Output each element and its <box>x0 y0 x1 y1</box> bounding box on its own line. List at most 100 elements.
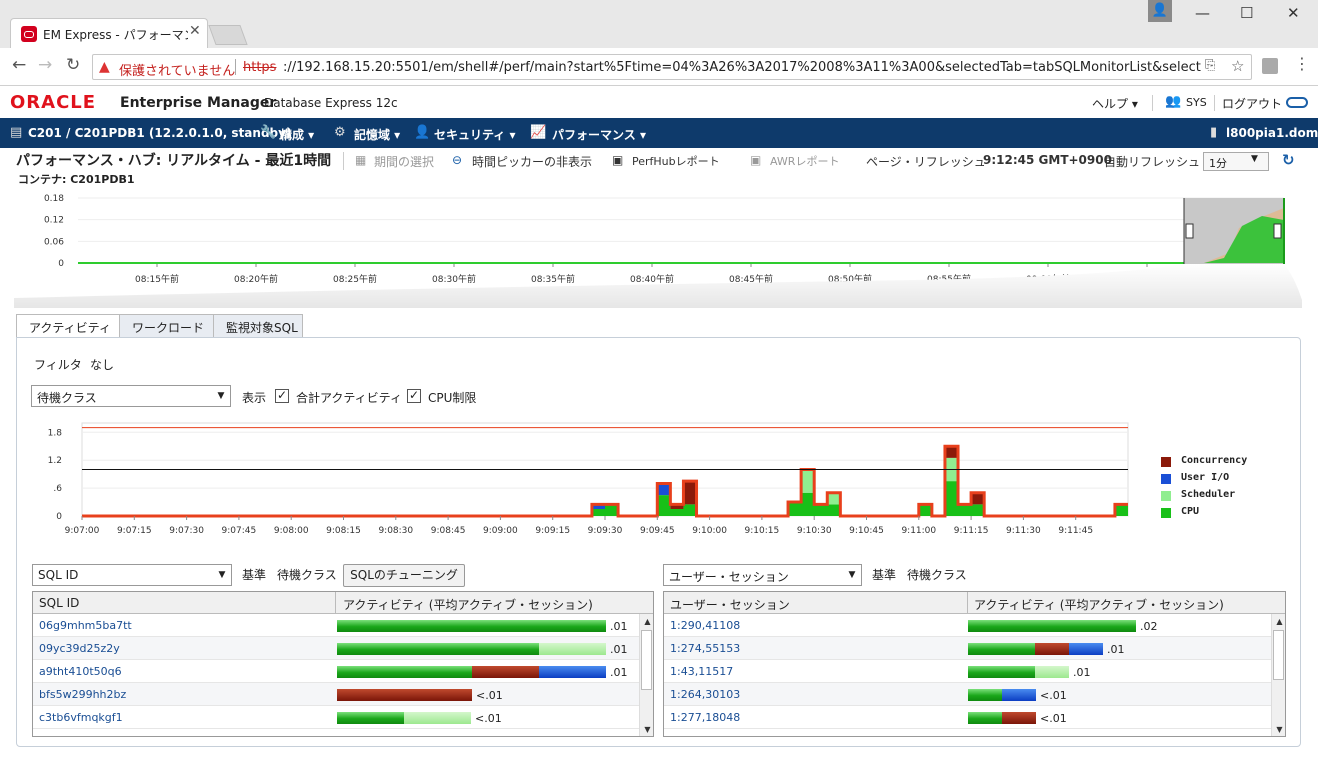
row-id-link[interactable]: 09yc39d25z2y <box>39 642 120 655</box>
legend-cpu[interactable]: CPU <box>1181 506 1199 517</box>
left-drag-handle[interactable] <box>1185 223 1194 239</box>
legend-concurrency[interactable]: Concurrency <box>1181 455 1247 466</box>
session-scrollbar[interactable]: ▲ ▼ <box>1271 614 1285 736</box>
filter-value: なし <box>90 358 115 372</box>
perfhub-report-button[interactable]: PerfHubレポート <box>632 153 720 169</box>
sql-tuning-button[interactable]: SQLのチューニング <box>343 564 465 587</box>
close-tab-icon[interactable]: ✕ <box>189 23 201 39</box>
activity-bar[interactable] <box>337 712 471 724</box>
row-id-link[interactable]: 1:274,55153 <box>670 642 740 655</box>
legend-user-io[interactable]: User I/O <box>1181 472 1229 483</box>
row-id-link[interactable]: a9tht410t50q6 <box>39 665 122 678</box>
nav-context[interactable]: C201 / C201PDB1 (12.2.0.1.0, standby) <box>28 126 291 140</box>
scroll-thumb[interactable] <box>1273 630 1284 680</box>
scroll-down-icon[interactable]: ▼ <box>1272 722 1285 736</box>
browser-menu-icon[interactable]: ⋮ <box>1294 54 1310 73</box>
row-id-link[interactable]: 1:43,11517 <box>670 665 733 678</box>
table-row[interactable]: 1:274,55153 .01 <box>664 637 1271 660</box>
help-menu[interactable]: ヘルプ ▾ <box>1092 95 1138 112</box>
session-basis-value[interactable]: 待機クラス <box>907 566 967 583</box>
overview-timeline-chart[interactable]: 0.18 0.12 0.06 0 08:15午前 08:20午前 08:25午前 08:30… <box>14 188 1302 308</box>
table-row[interactable]: a9tht410t50q6 .01 <box>33 660 639 683</box>
cpu-limit-checkbox[interactable]: ✓ <box>407 389 421 403</box>
logout-icon[interactable] <box>1286 97 1308 108</box>
activity-bar[interactable] <box>968 666 1069 678</box>
column-header-sql-id[interactable]: SQL ID <box>39 596 79 610</box>
forward-icon[interactable]: → <box>38 55 52 75</box>
nav-configuration[interactable]: 構成 ▾ <box>280 126 314 143</box>
back-icon[interactable]: ← <box>12 55 26 75</box>
extension-icon[interactable] <box>1262 58 1278 74</box>
nav-performance[interactable]: パフォーマンス ▾ <box>552 126 646 143</box>
activity-bar[interactable] <box>337 620 606 632</box>
auto-refresh-select[interactable]: 1分 <box>1203 152 1269 171</box>
maximize-icon[interactable]: ☐ <box>1240 4 1253 22</box>
tab-monitored-sql[interactable]: 監視対象SQL <box>213 314 303 338</box>
new-tab-button[interactable] <box>208 25 248 45</box>
url-input[interactable]: ▲ 保護されていません https ://192.168.15.20:5501/… <box>92 54 1252 80</box>
activity-bar[interactable] <box>337 689 472 701</box>
sql-scrollbar[interactable]: ▲ ▼ <box>639 614 653 736</box>
column-header-user-session[interactable]: ユーザー・セッション <box>670 596 790 613</box>
total-activity-checkbox[interactable]: ✓ <box>275 389 289 403</box>
table-row[interactable]: bfs5w299hh2bz <.01 <box>33 683 639 706</box>
scroll-up-icon[interactable]: ▲ <box>640 614 653 629</box>
reload-icon[interactable]: ↻ <box>66 55 80 75</box>
table-row[interactable]: 1:277,18048 <.01 <box>664 706 1271 729</box>
nav-security[interactable]: セキュリティ ▾ <box>434 126 515 143</box>
row-id-link[interactable]: c3tb6vfmqkgf1 <box>39 711 123 724</box>
divider <box>343 152 344 170</box>
logout-link[interactable]: ログアウト <box>1222 95 1282 112</box>
hide-time-picker-button[interactable]: 時間ピッカーの非表示 <box>472 153 592 170</box>
activity-x-tick: 9:10:15 <box>745 526 780 536</box>
overview-y-tick: 0.06 <box>44 237 64 247</box>
sql-basis-value[interactable]: 待機クラス <box>277 566 337 583</box>
tab-activity[interactable]: アクティビティ <box>16 314 120 338</box>
legend-scheduler[interactable]: Scheduler <box>1181 489 1235 500</box>
select-period-button[interactable]: 期間の選択 <box>374 153 434 170</box>
activity-bar[interactable] <box>968 689 1036 701</box>
activity-bar[interactable] <box>968 643 1103 655</box>
table-row[interactable]: c3tb6vfmqkgf1 <.01 <box>33 706 639 729</box>
row-id-link[interactable]: 1:264,30103 <box>670 688 740 701</box>
table-row[interactable]: 06g9mhm5ba7tt .01 <box>33 614 639 637</box>
activity-bar[interactable] <box>337 666 606 678</box>
close-window-icon[interactable]: ✕ <box>1287 4 1300 22</box>
browser-tab[interactable]: EM Express - パフォーマンス ✕ <box>10 18 208 48</box>
activity-bar[interactable] <box>968 712 1036 724</box>
profile-icon[interactable]: 👤 <box>1148 0 1172 22</box>
awr-report-button[interactable]: AWRレポート <box>770 153 839 169</box>
activity-bar[interactable] <box>337 643 606 655</box>
column-header-activity[interactable]: アクティビティ (平均アクティブ・セッション) <box>343 596 593 613</box>
chevron-down-icon[interactable]: ▼ <box>214 389 228 403</box>
activity-bar[interactable] <box>968 620 1136 632</box>
session-dimension-select[interactable]: ユーザー・セッション <box>663 564 862 586</box>
translate-icon[interactable]: ⎘ <box>1205 58 1215 73</box>
chevron-down-icon[interactable]: ▼ <box>845 568 859 582</box>
scroll-up-icon[interactable]: ▲ <box>1272 614 1285 629</box>
table-row[interactable]: 1:43,11517 .01 <box>664 660 1271 683</box>
nav-storage[interactable]: 記憶域 ▾ <box>354 126 400 143</box>
row-id-link[interactable]: 1:277,18048 <box>670 711 740 724</box>
table-row[interactable]: 1:264,30103 <.01 <box>664 683 1271 706</box>
activity-chart[interactable]: 1.81.2.60 9:07:00 9:07:15 9:07:30 9:07:45 9:… <box>30 418 1280 543</box>
activity-value: <.01 <box>475 712 502 725</box>
row-id-link[interactable]: bfs5w299hh2bz <box>39 688 126 701</box>
row-id-link[interactable]: 1:290,41108 <box>670 619 740 632</box>
table-row[interactable]: 09yc39d25z2y .01 <box>33 637 639 660</box>
sql-dimension-select[interactable]: SQL ID <box>32 564 232 586</box>
activity-x-tick: 9:11:15 <box>954 526 989 536</box>
right-drag-handle[interactable] <box>1273 223 1282 239</box>
chevron-down-icon[interactable]: ▼ <box>1251 154 1258 164</box>
scroll-down-icon[interactable]: ▼ <box>640 722 653 736</box>
minimize-icon[interactable]: — <box>1195 4 1210 22</box>
chevron-down-icon[interactable]: ▼ <box>215 568 229 582</box>
scroll-thumb[interactable] <box>641 630 652 690</box>
table-row[interactable]: 1:290,41108 .02 <box>664 614 1271 637</box>
dimension-select[interactable]: 待機クラス <box>31 385 231 407</box>
row-id-link[interactable]: 06g9mhm5ba7tt <box>39 619 132 632</box>
refresh-icon[interactable]: ↻ <box>1282 151 1295 169</box>
tab-workload[interactable]: ワークロード <box>119 314 214 338</box>
column-header-activity[interactable]: アクティビティ (平均アクティブ・セッション) <box>974 596 1224 613</box>
bookmark-star-icon[interactable]: ☆ <box>1231 57 1244 75</box>
